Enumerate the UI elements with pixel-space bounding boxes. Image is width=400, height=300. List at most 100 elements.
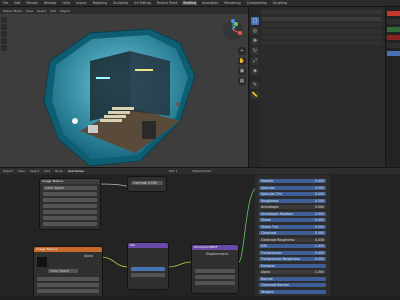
viewport-menu-select[interactable]: Select — [37, 9, 46, 13]
world-icon[interactable] — [387, 51, 400, 56]
node-field[interactable] — [43, 192, 97, 196]
bsdf-input-value[interactable]: 0.000 — [315, 218, 324, 222]
outliner-row[interactable] — [262, 41, 382, 45]
viewport-menu-view[interactable]: View — [26, 9, 33, 13]
node-field[interactable] — [43, 198, 97, 202]
menu-texture-paint[interactable]: Texture Paint — [156, 1, 179, 5]
menu-modeling[interactable]: Modeling — [92, 1, 109, 5]
menu-layout[interactable]: Layout — [75, 1, 88, 5]
bsdf-input-row[interactable]: Transmission 0.000 — [259, 250, 326, 255]
bsdf-input-row[interactable]: Roughness 0.500 — [259, 198, 326, 203]
mix-factor-field[interactable] — [131, 267, 165, 271]
menu-scripting[interactable]: Scripting — [272, 1, 288, 5]
object-icon[interactable] — [387, 27, 400, 32]
move-tool-icon[interactable] — [1, 31, 7, 37]
node-field[interactable] — [195, 281, 235, 285]
grid-icon[interactable]: ▦ — [238, 77, 246, 85]
menu-render[interactable]: Render — [26, 1, 39, 5]
viewport-menu-object[interactable]: Object — [60, 9, 70, 13]
contrast-field[interactable]: Contrast 0.000 — [131, 181, 163, 185]
bsdf-input-value[interactable]: 0.500 — [315, 225, 324, 229]
move-icon[interactable]: ✥ — [251, 37, 259, 45]
bsdf-input-value[interactable]: 0.000 — [315, 231, 324, 235]
bsdf-input-row[interactable]: Transmission Roughness 0.000 — [259, 257, 326, 261]
navigation-gizmo[interactable] — [222, 19, 244, 41]
scale-icon[interactable]: ⤢ — [251, 57, 259, 65]
bsdf-input-row[interactable]: Sheen Tint 0.500 — [259, 224, 326, 229]
bsdf-input-value[interactable]: 0.000 — [315, 192, 324, 196]
menu-help[interactable]: Help — [61, 1, 70, 5]
mix-node[interactable]: Mix — [128, 243, 168, 289]
select-box-icon[interactable]: ▢ — [251, 17, 259, 25]
bsdf-input-row[interactable]: Emission — [259, 263, 326, 268]
menu-file[interactable]: File — [2, 1, 9, 5]
bsdf-input-row[interactable]: Specular Tint 0.000 — [259, 192, 326, 196]
bright-contrast-node[interactable]: Contrast 0.000 — [128, 177, 166, 191]
bsdf-input-row[interactable]: Alpha 1.000 — [259, 270, 326, 274]
bsdf-input-value[interactable]: 0.000 — [315, 212, 324, 216]
outliner-row[interactable] — [262, 29, 382, 33]
transform-icon[interactable]: ◈ — [251, 67, 259, 75]
principled-bsdf-node[interactable]: Principled BSDF Displacement — [192, 245, 238, 293]
node-field[interactable] — [37, 283, 99, 287]
bsdf-input-value[interactable]: 1.000 — [315, 270, 324, 274]
output-icon[interactable] — [387, 19, 400, 24]
node-field[interactable] — [37, 277, 99, 281]
node-field[interactable] — [43, 222, 97, 226]
bsdf-input-value[interactable]: 0.500 — [315, 199, 324, 203]
color-space-field[interactable]: Color Space — [48, 269, 78, 273]
node-field[interactable] — [43, 204, 97, 208]
bsdf-input-row[interactable]: Clearcoat 0.000 — [259, 231, 326, 235]
image-texture-node-2[interactable]: Image Texture Alpha Color Space — [34, 247, 102, 297]
camera-icon[interactable]: ▣ — [238, 67, 246, 75]
menu-sculpting[interactable]: Sculpting — [112, 1, 129, 5]
outliner-row[interactable] — [262, 35, 382, 39]
bsdf-input-row[interactable]: Sheen 0.000 — [259, 218, 326, 222]
menu-window[interactable]: Window — [43, 1, 58, 5]
node-field[interactable] — [195, 269, 235, 273]
node-field[interactable] — [131, 273, 165, 277]
bsdf-input-value[interactable]: 0.500 — [315, 186, 324, 190]
render-icon[interactable] — [387, 11, 400, 16]
bsdf-input-value[interactable]: 1.450 — [315, 244, 324, 248]
measure-icon[interactable]: 📏 — [251, 91, 259, 99]
bsdf-input-row[interactable]: IOR 1.450 — [259, 244, 326, 248]
node-field[interactable] — [37, 289, 99, 293]
menu-shading[interactable]: Shading — [182, 1, 198, 5]
rotate-icon[interactable]: ↻ — [251, 47, 259, 55]
viewport-menu-add[interactable]: Add — [50, 9, 56, 13]
node-field[interactable] — [43, 210, 97, 214]
node-field[interactable] — [195, 275, 235, 279]
bsdf-input-row[interactable]: Anisotropic 0.000 — [259, 205, 326, 209]
menu-rendering[interactable]: Rendering — [223, 1, 241, 5]
image-texture-node[interactable]: Image Texture Color Space — [40, 179, 100, 229]
outliner-row[interactable] — [262, 17, 382, 21]
bsdf-input-row[interactable]: Normal — [259, 276, 326, 281]
select-tool-icon[interactable] — [1, 17, 7, 23]
cursor-tool-icon[interactable] — [1, 24, 7, 30]
bsdf-input-row[interactable]: Specular 0.500 — [259, 185, 326, 190]
menu-uv-editing[interactable]: UV Editing — [133, 1, 152, 5]
room-model-render[interactable] — [30, 21, 220, 171]
color-space-field[interactable]: Color Space — [43, 186, 97, 190]
menu-animation[interactable]: Animation — [201, 1, 219, 5]
bsdf-input-row[interactable]: Clearcoat Normal — [259, 283, 326, 287]
menu-edit[interactable]: Edit — [13, 1, 21, 5]
rotate-tool-icon[interactable] — [1, 38, 7, 44]
zoom-icon[interactable]: + — [238, 47, 246, 55]
bsdf-input-row[interactable]: Metallic 0.000 — [259, 179, 326, 183]
bsdf-input-row[interactable]: Anisotropic Rotation 0.000 — [259, 211, 326, 216]
shader-node-editor[interactable]: Object View Select Add Node Use Nodes Sl… — [0, 167, 400, 300]
texture-icon[interactable] — [387, 43, 400, 48]
scale-tool-icon[interactable] — [1, 45, 7, 51]
pan-hand-icon[interactable]: ✋ — [238, 57, 246, 65]
bsdf-input-value[interactable]: 0.000 — [315, 179, 324, 183]
outliner-row[interactable] — [262, 23, 382, 27]
viewport-menu-object-mode[interactable]: Object Mode — [3, 9, 22, 13]
annotate-icon[interactable]: ✎ — [251, 81, 259, 89]
cursor-icon[interactable]: ◎ — [251, 27, 259, 35]
bsdf-input-value[interactable]: 0.030 — [315, 238, 324, 242]
bsdf-input-value[interactable]: 0.000 — [315, 257, 324, 261]
bsdf-input-value[interactable]: 0.000 — [315, 205, 324, 209]
bsdf-input-value[interactable]: 0.000 — [315, 251, 324, 255]
